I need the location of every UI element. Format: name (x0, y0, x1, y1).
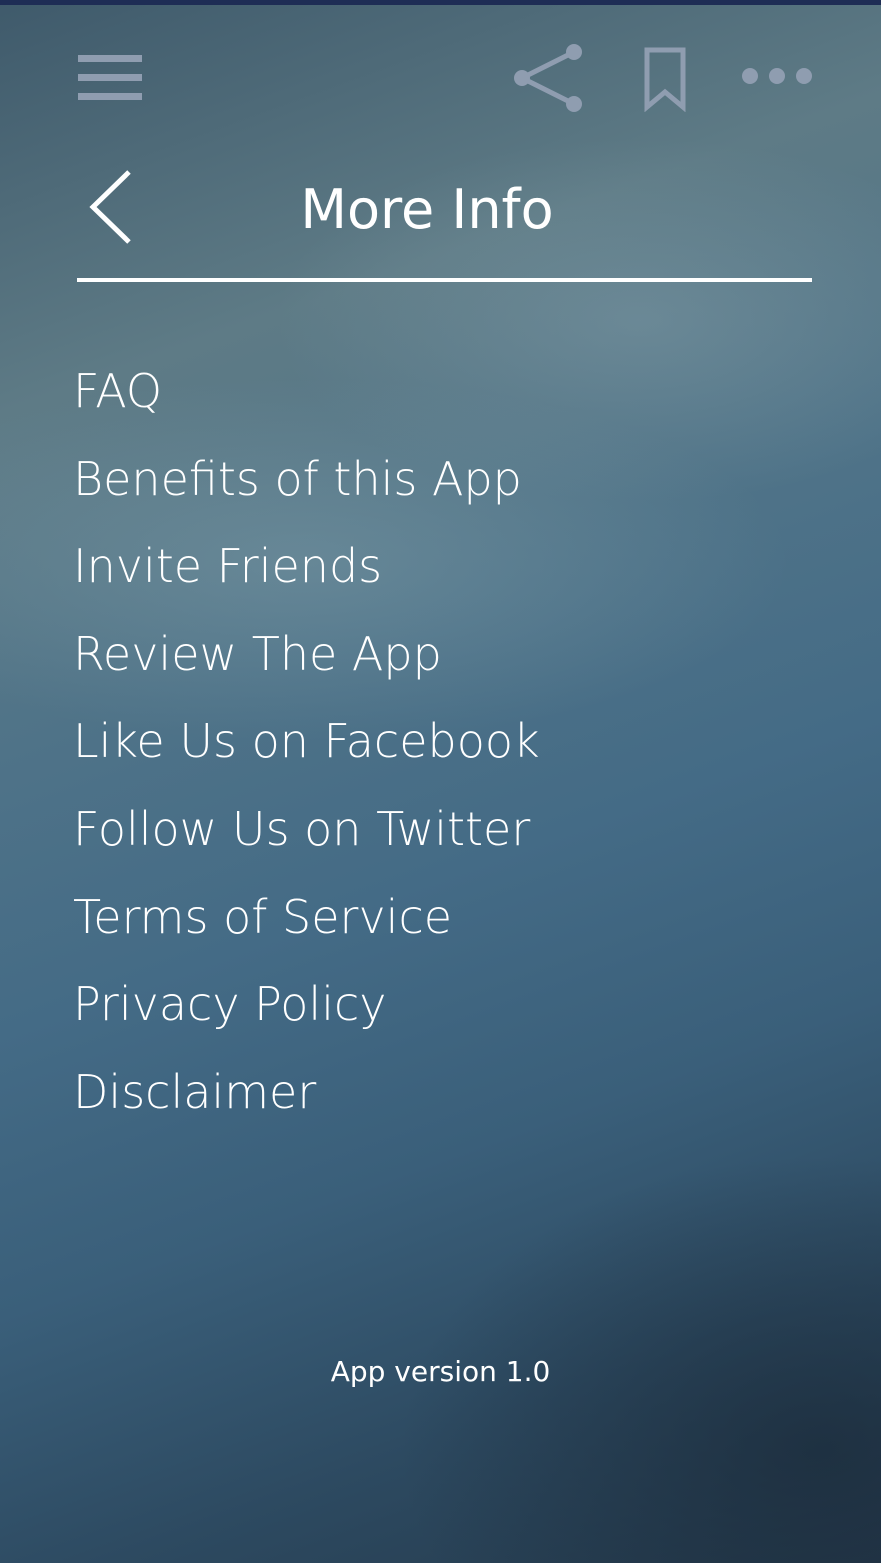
menu-item-disclaimer[interactable]: Disclaimer (73, 1049, 773, 1137)
share-icon[interactable] (510, 42, 586, 114)
hamburger-menu-icon[interactable] (78, 50, 142, 104)
page-title: More Info (300, 178, 554, 241)
menu-item-invite-friends[interactable]: Invite Friends (73, 523, 773, 611)
more-horizontal-icon[interactable] (740, 64, 814, 88)
menu-item-benefits[interactable]: Benefits of this App (73, 436, 773, 524)
header-divider (77, 278, 812, 282)
app-version-label: App version 1.0 (330, 1355, 551, 1388)
menu-item-facebook[interactable]: Like Us on Facebook (73, 698, 773, 786)
menu-item-twitter[interactable]: Follow Us on Twitter (73, 786, 773, 874)
menu-item-terms[interactable]: Terms of Service (73, 874, 773, 962)
bookmark-icon[interactable] (642, 46, 688, 113)
more-info-menu: FAQ Benefits of this App Invite Friends … (73, 348, 773, 1136)
page-header: More Info (77, 160, 812, 280)
menu-item-faq[interactable]: FAQ (73, 348, 773, 436)
status-strip (0, 0, 881, 5)
menu-item-privacy[interactable]: Privacy Policy (73, 961, 773, 1049)
menu-item-review-app[interactable]: Review The App (73, 611, 773, 699)
top-toolbar (0, 40, 881, 120)
